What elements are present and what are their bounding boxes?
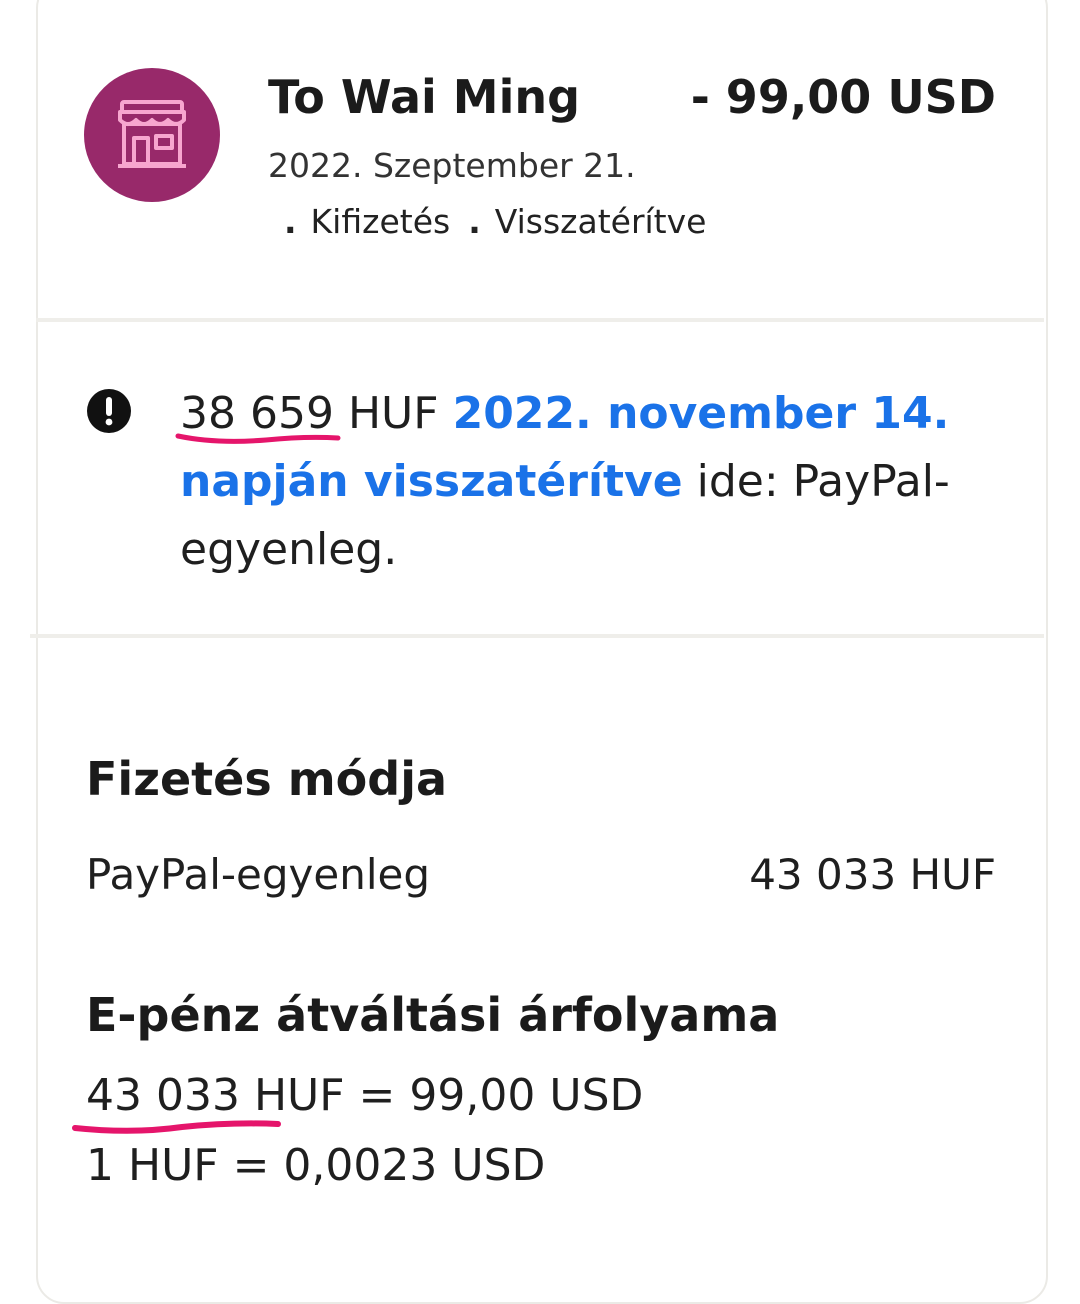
tag-payment: Kifizetés [310, 202, 451, 241]
exchange-rate-title: E-pénz átváltási árfolyama [86, 988, 780, 1042]
tag-refunded: Visszatérítve [494, 202, 707, 241]
payment-source-amount: 43 033 HUF [749, 850, 996, 899]
exchange-rate-line: 43 033 HUF = 99,00 USD [72, 1070, 644, 1134]
transaction-date: 2022. Szeptember 21. [268, 146, 636, 185]
merchant-avatar [84, 68, 220, 202]
refund-currency: HUF [347, 388, 439, 439]
transaction-amount: - 99,00 USD [690, 70, 996, 124]
exchange-rate-rest: HUF = 99,00 USD [253, 1070, 644, 1121]
exchange-amount-highlight: 43 033 [72, 1070, 281, 1134]
section-divider [36, 318, 1044, 322]
tag-separator: . [284, 202, 297, 241]
transaction-tags: . Kifizetés. Visszatérítve [284, 202, 744, 241]
refund-amount-highlight: 38 659 [175, 380, 341, 448]
alert-circle-icon [87, 389, 131, 433]
unit-exchange-rate: 1 HUF = 0,0023 USD [86, 1140, 546, 1191]
section-divider [30, 634, 1044, 638]
tag-separator: . [468, 202, 481, 241]
underline-annotation [175, 433, 341, 444]
refund-notice: 38 659 HUF 2022. november 14. napján vis… [175, 380, 980, 584]
underline-annotation [72, 1120, 281, 1134]
payment-source-label: PayPal-egyenleg [86, 850, 431, 899]
store-icon [118, 100, 186, 168]
payment-method-title: Fizetés módja [86, 752, 448, 806]
merchant-name: To Wai Ming [268, 70, 581, 124]
